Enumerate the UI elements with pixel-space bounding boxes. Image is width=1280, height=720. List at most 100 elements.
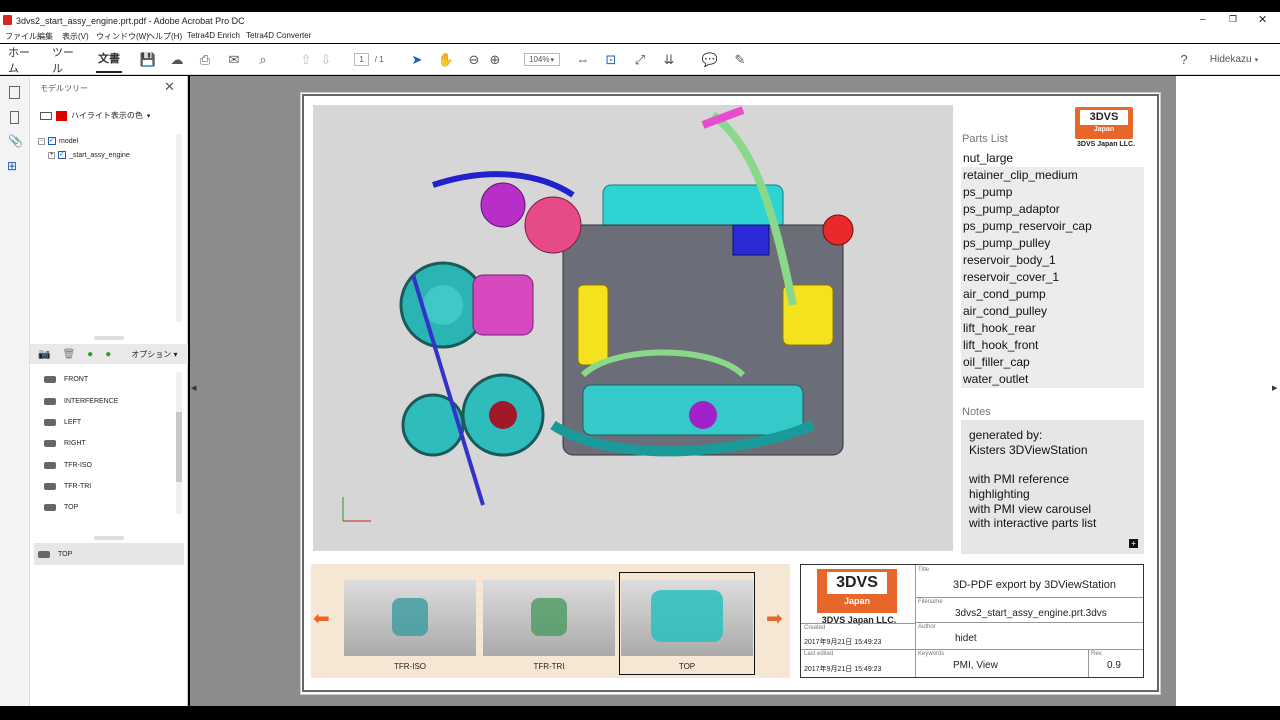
fit-page-icon[interactable]: ⊡ [602, 44, 620, 75]
tree-item-engine[interactable]: + ✓ _start_assy_engine [48, 151, 130, 159]
comment-icon[interactable]: 💬 [701, 44, 719, 75]
view-list-scrollbar[interactable] [176, 372, 182, 514]
pdf-page: 3DVS Japan 3DVS Japan LLC. Parts List nu… [300, 92, 1161, 695]
logo-text: 3DVS [1080, 110, 1128, 125]
carousel-thumb[interactable] [621, 580, 753, 656]
menu-edit[interactable]: 編集 [37, 31, 53, 42]
help-icon[interactable]: ? [1175, 44, 1193, 75]
green-dot-icon[interactable]: ● [105, 349, 111, 360]
3d-viewer[interactable] [313, 105, 953, 551]
hand-tool-icon[interactable]: ✋ [437, 44, 455, 75]
page-number-input[interactable]: 1 [354, 53, 369, 66]
attachment-icon[interactable]: 📎 [8, 134, 23, 148]
part-item[interactable]: water_outlet [961, 371, 1144, 388]
part-item[interactable]: nut_large [961, 150, 1144, 167]
menu-tetra4d-converter[interactable]: Tetra4D Converter [246, 31, 311, 40]
fullscreen-icon[interactable]: ⤢ [631, 44, 649, 75]
carousel-thumb[interactable] [483, 580, 615, 656]
part-item[interactable]: ps_pump_pulley [961, 235, 1144, 252]
minimize-button[interactable]: – [1200, 14, 1206, 25]
options-menu[interactable]: オプション ▾ [131, 349, 177, 360]
view-item[interactable]: RIGHT [44, 440, 86, 447]
splitter-handle[interactable] [94, 336, 124, 340]
carousel-prev-arrow-icon[interactable]: ⬅ [313, 606, 330, 631]
splitter-handle[interactable] [94, 536, 124, 540]
expand-right-icon[interactable]: ▶ [1272, 384, 1277, 392]
part-item[interactable]: air_cond_pump [961, 286, 1144, 303]
collapse-icon[interactable]: - [38, 137, 45, 145]
tree-scrollbar[interactable] [176, 134, 182, 322]
menu-view[interactable]: 表示(V) [62, 31, 89, 42]
created-label: Created [804, 625, 826, 631]
pages-icon[interactable] [9, 86, 20, 99]
fit-width-icon[interactable]: ⇔ [574, 44, 592, 75]
view-item[interactable]: INTERFERENCE [44, 398, 118, 405]
carousel-thumb-label: TFR-TRI [533, 662, 565, 671]
notes-line: Kisters 3DViewStation [969, 442, 1088, 457]
parts-list: nut_large retainer_clip_medium ps_pump p… [961, 150, 1144, 388]
part-item[interactable]: lift_hook_front [961, 337, 1144, 354]
part-item[interactable]: reservoir_body_1 [961, 252, 1144, 269]
close-window-button[interactable]: ✕ [1258, 13, 1267, 26]
zoom-in-icon[interactable]: ⊕ [486, 44, 504, 75]
part-item[interactable]: air_cond_pulley [961, 303, 1144, 320]
search-icon[interactable]: ⌕ [254, 44, 272, 75]
highlight-swatch [56, 110, 67, 121]
camera-icon[interactable]: 📷 [38, 349, 50, 360]
email-icon[interactable]: ✉ [225, 44, 243, 75]
pen-icon[interactable]: ✎ [731, 44, 749, 75]
tree-item-model[interactable]: - ✓ model [38, 137, 78, 145]
expand-notes-icon[interactable]: + [1129, 539, 1138, 548]
view-item[interactable]: TOP [44, 504, 78, 511]
view-item[interactable]: TFR-ISO [44, 462, 92, 469]
part-item[interactable]: ps_pump [961, 184, 1144, 201]
carousel-next-arrow-icon[interactable]: ➡ [766, 606, 783, 631]
divider-h [915, 597, 1143, 598]
checkbox-icon[interactable]: ✓ [58, 151, 66, 159]
collapse-left-icon[interactable]: ◀ [191, 384, 196, 392]
page-total: / 1 [374, 55, 384, 64]
menu-tetra4d-enrich[interactable]: Tetra4D Enrich [187, 31, 240, 40]
right-panel-edge: ▶ [1176, 76, 1280, 706]
view-item[interactable]: LEFT [44, 419, 81, 426]
cloud-upload-icon[interactable]: ☁ [168, 44, 186, 75]
user-menu[interactable]: Hidekazu ▾ [1203, 44, 1265, 75]
part-item[interactable]: ps_pump_adaptor [961, 201, 1144, 218]
scroll-mode-icon[interactable]: ⇊ [660, 44, 678, 75]
menu-window[interactable]: ウィンドウ(W) [96, 31, 149, 42]
tab-tools[interactable]: ツール [52, 44, 84, 75]
title-block: 3DVS Japan 3DVS Japan LLC. Title 3D-PDF … [800, 564, 1144, 678]
part-item[interactable]: ps_pump_reservoir_cap [961, 218, 1144, 235]
divider-v [915, 565, 916, 677]
view-item[interactable]: TFR-TRI [44, 483, 91, 490]
selected-view-row[interactable]: TOP [34, 543, 184, 565]
highlight-color-control[interactable]: ハイライト表示の色 ▾ [40, 110, 150, 121]
menu-help[interactable]: ヘルプ(H) [147, 31, 182, 42]
model-tree-icon[interactable]: ⊞ [7, 159, 17, 173]
expand-icon[interactable]: + [48, 151, 55, 159]
notes-line [969, 457, 1136, 472]
part-item[interactable]: reservoir_cover_1 [961, 269, 1144, 286]
chevron-down-icon: ▾ [1254, 56, 1259, 64]
select-cursor-icon[interactable]: ➤ [408, 44, 426, 75]
menu-file[interactable]: ファイル [5, 31, 37, 42]
restore-button[interactable]: ❐ [1229, 14, 1237, 25]
zoom-out-icon[interactable]: ⊖ [465, 44, 483, 75]
close-panel-icon[interactable]: ✕ [164, 79, 175, 95]
trash-icon[interactable]: 🗑 [62, 349, 75, 360]
part-item[interactable]: lift_hook_rear [961, 320, 1144, 337]
carousel-thumb[interactable] [344, 580, 476, 656]
green-dot-icon[interactable]: ● [87, 349, 93, 360]
tab-document[interactable]: 文書 [96, 44, 122, 73]
page-up-icon[interactable]: ⇧ [297, 44, 315, 75]
view-item[interactable]: FRONT [44, 376, 88, 383]
bookmark-icon[interactable] [10, 111, 19, 124]
save-icon[interactable]: 💾 [139, 44, 157, 75]
part-item[interactable]: retainer_clip_medium [961, 167, 1144, 184]
page-down-icon[interactable]: ⇩ [317, 44, 335, 75]
print-icon[interactable]: ⎙ [196, 44, 214, 75]
part-item[interactable]: oil_filler_cap [961, 354, 1144, 371]
zoom-select[interactable]: 104% ▾ [516, 44, 562, 75]
checkbox-icon[interactable]: ✓ [48, 137, 56, 145]
tab-home[interactable]: ホーム [8, 44, 40, 75]
